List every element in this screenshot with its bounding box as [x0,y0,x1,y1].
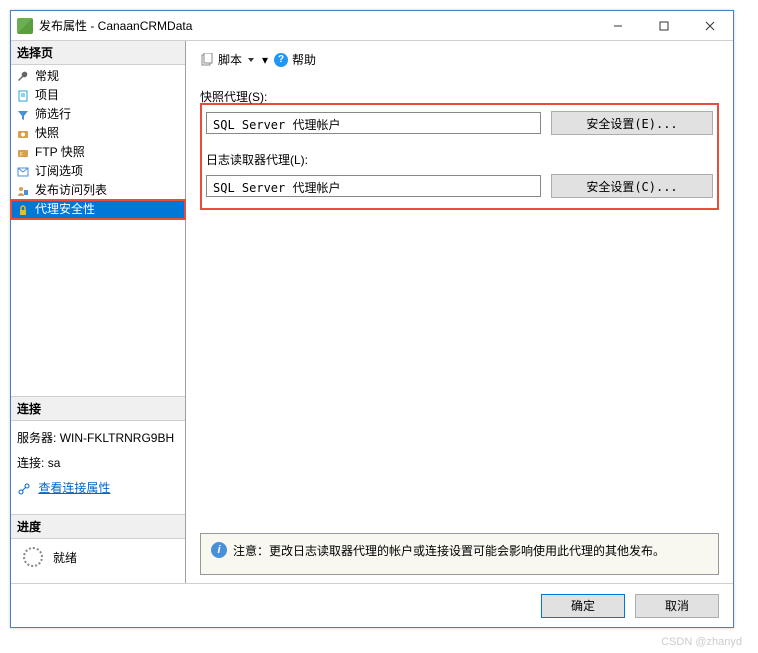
select-page-header: 选择页 [11,41,185,65]
titlebar[interactable]: 发布属性 - CanaanCRMData [11,11,733,41]
ok-button[interactable]: 确定 [541,594,625,618]
minimize-button[interactable] [595,11,641,41]
document-icon [15,88,31,104]
logreader-agent-label: 日志读取器代理(L): [206,151,713,168]
logreader-security-button[interactable]: 安全设置(C)... [551,174,713,198]
lock-icon [15,202,31,218]
nav-label: 项目 [35,87,59,104]
connection-panel: 连接 服务器: WIN-FKLTRNRG9BH 连接: sa 查看连接属性 [11,396,185,514]
dialog-window: 发布属性 - CanaanCRMData 选择页 常规 项目 [10,10,734,628]
dialog-footer: 确定 取消 [11,583,733,627]
chevron-down-icon [246,55,256,65]
nav-label: FTP 快照 [35,144,85,161]
nav-label: 快照 [35,125,59,142]
progress-header: 进度 [11,515,185,539]
watermark: CSDN @zhanyd [0,636,758,648]
sidebar: 选择页 常规 项目 筛选行 [11,41,186,583]
help-menu[interactable]: ? 帮助 [274,51,316,68]
spinner-icon [23,547,43,567]
camera-icon [15,126,31,142]
info-icon: i [211,542,227,558]
content-area: 脚本 ▾ ? 帮助 快照代理(S): SQL Server [186,41,733,583]
progress-status: 就绪 [53,549,77,566]
nav-label: 发布访问列表 [35,182,107,199]
maximize-button[interactable] [641,11,687,41]
nav-label: 代理安全性 [35,201,95,218]
snapshot-security-button[interactable]: 安全设置(E)... [551,111,713,135]
link-icon [17,482,31,496]
svg-text:F: F [20,152,23,158]
wrench-icon [15,69,31,85]
notice-box: i 注意：更改日志读取器代理的帐户或连接设置可能会影响使用此代理的其他发布。 [200,533,719,575]
nav-list: 常规 项目 筛选行 快照 F [11,65,185,396]
nav-item-security[interactable]: 代理安全性 [11,200,185,219]
nav-item-access[interactable]: 发布访问列表 [11,181,185,200]
app-icon [17,18,33,34]
security-highlight-box: SQL Server 代理帐户 安全设置(E)... 日志读取器代理(L): S… [200,103,719,210]
view-connection-link[interactable]: 查看连接属性 [38,481,110,495]
notice-text: 注意：更改日志读取器代理的帐户或连接设置可能会影响使用此代理的其他发布。 [233,542,665,559]
help-icon: ? [274,53,288,67]
snapshot-agent-field: SQL Server 代理帐户 [206,112,541,134]
nav-label: 常规 [35,68,59,85]
server-row: 服务器: WIN-FKLTRNRG9BH [17,429,179,446]
nav-item-filter[interactable]: 筛选行 [11,105,185,124]
progress-panel: 进度 就绪 [11,514,185,583]
nav-item-general[interactable]: 常规 [11,67,185,86]
window-title: 发布属性 - CanaanCRMData [39,17,595,34]
connection-header: 连接 [11,397,185,421]
access-icon [15,183,31,199]
filter-icon [15,107,31,123]
nav-label: 筛选行 [35,106,71,123]
nav-item-subscription[interactable]: 订阅选项 [11,162,185,181]
nav-item-snapshot[interactable]: 快照 [11,124,185,143]
logreader-agent-field: SQL Server 代理帐户 [206,175,541,197]
nav-label: 订阅选项 [35,163,83,180]
nav-item-ftp[interactable]: F FTP 快照 [11,143,185,162]
script-icon [200,53,214,67]
close-button[interactable] [687,11,733,41]
ftp-icon: F [15,145,31,161]
cancel-button[interactable]: 取消 [635,594,719,618]
nav-item-project[interactable]: 项目 [11,86,185,105]
content-toolbar: 脚本 ▾ ? 帮助 [200,49,719,70]
subscription-icon [15,164,31,180]
script-menu[interactable]: 脚本 [200,51,256,68]
conn-row: 连接: sa [17,454,179,471]
